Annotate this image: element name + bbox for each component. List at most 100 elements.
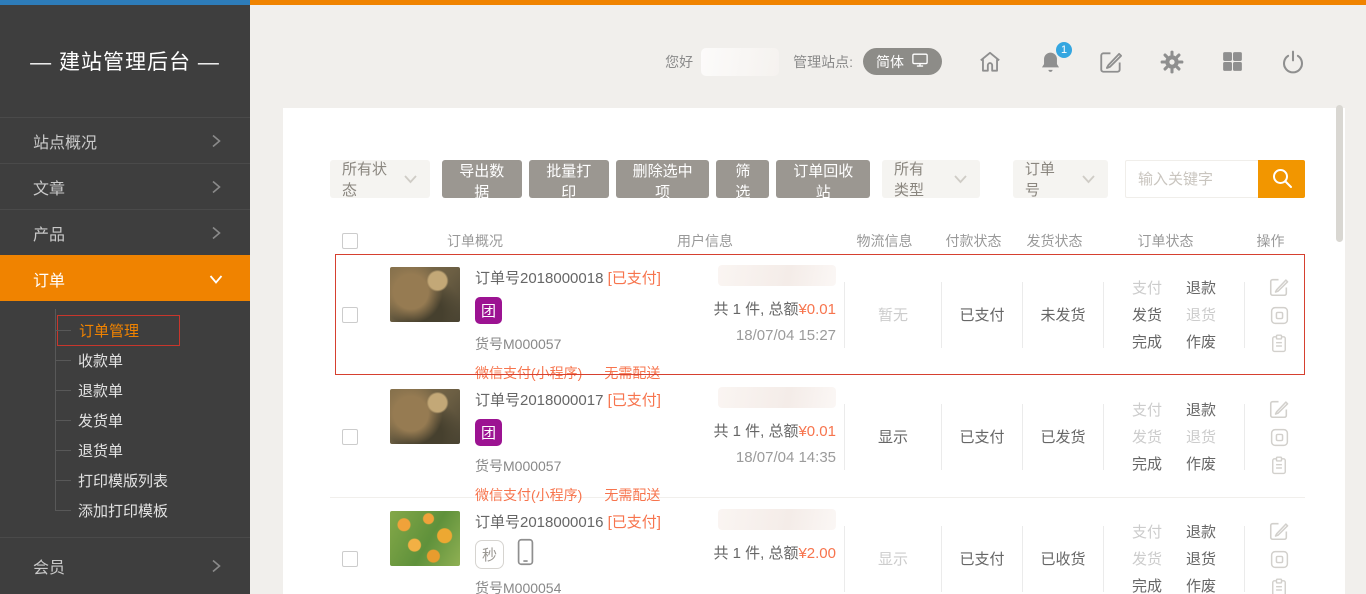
delete-selected-button[interactable]: 删除选中项: [616, 160, 710, 198]
column-divider: [941, 282, 942, 348]
order-status-link[interactable]: 退款: [1186, 521, 1216, 542]
vertical-scrollbar[interactable]: [1336, 105, 1343, 242]
type-filter-dropdown[interactable]: 所有类型: [882, 160, 980, 198]
sidebar-item-orders[interactable]: 订单: [0, 255, 250, 301]
order-status-link: 支付: [1132, 277, 1162, 298]
order-status-link[interactable]: 完成: [1132, 453, 1162, 474]
order-info-cell: 订单号2018000016 [已支付] 秒 货号M000054: [475, 511, 690, 594]
submenu-item-order-management[interactable]: 订单管理: [0, 315, 250, 345]
chevron-down-icon: [403, 174, 418, 184]
order-status-link[interactable]: 完成: [1132, 575, 1162, 594]
order-badges: 秒: [475, 541, 690, 568]
bell-icon[interactable]: 1: [1038, 49, 1063, 75]
order-status-link: 发货: [1132, 548, 1162, 569]
row-checkbox[interactable]: [342, 429, 358, 445]
sidebar: — 建站管理后台 — 站点概况 文章 产品 订单 订单管理 收款单 退款单: [0, 5, 250, 594]
export-data-button[interactable]: 导出数据: [442, 160, 522, 198]
order-status-link[interactable]: 发货: [1132, 304, 1162, 325]
order-amount: ¥0.01: [798, 423, 836, 440]
select-all-checkbox[interactable]: [342, 233, 358, 249]
order-status-link[interactable]: 退货: [1186, 548, 1216, 569]
gear-icon[interactable]: [1159, 49, 1185, 75]
row-checkbox[interactable]: [342, 551, 358, 567]
shipping-status: 已发货: [1031, 426, 1095, 447]
item-summary: 共 1 件, 总额: [713, 545, 798, 562]
monitor-icon: [911, 52, 929, 71]
order-type-badge: 秒: [475, 540, 504, 569]
content-card: 所有状态 导出数据 批量打印 删除选中项 筛选 订单回收站 所有类型 订单号: [283, 108, 1345, 594]
search-group: [1125, 160, 1305, 198]
sidebar-item-products[interactable]: 产品: [0, 209, 250, 255]
column-header-shipping: 发货状态: [1014, 231, 1095, 251]
search-input[interactable]: [1125, 160, 1258, 198]
print-icon[interactable]: [1269, 549, 1290, 570]
filter-button[interactable]: 筛选: [716, 160, 769, 198]
column-header-logistics: 物流信息: [836, 231, 933, 251]
language-pill[interactable]: 简体: [863, 48, 942, 75]
power-icon[interactable]: [1280, 49, 1306, 75]
clipboard-icon[interactable]: [1269, 333, 1289, 354]
logistics-link[interactable]: 显示: [853, 548, 933, 569]
edit-icon[interactable]: [1268, 276, 1290, 298]
edit-icon[interactable]: [1268, 520, 1290, 542]
submenu-item-refund-orders[interactable]: 退款单: [0, 375, 250, 405]
order-status-link[interactable]: 作废: [1186, 575, 1216, 594]
order-status-links: 支付退款发货退货完成作废: [1112, 277, 1236, 352]
submenu-item-label: 添加打印模板: [78, 500, 168, 521]
column-divider: [1103, 526, 1104, 592]
submenu-item-shipping-orders[interactable]: 发货单: [0, 405, 250, 435]
column-divider: [844, 282, 845, 348]
order-status-link: 支付: [1132, 399, 1162, 420]
search-icon: [1270, 166, 1294, 193]
order-status-link[interactable]: 作废: [1186, 453, 1216, 474]
logistics-link[interactable]: 显示: [853, 426, 933, 447]
logistics-link[interactable]: 暂无: [853, 304, 933, 325]
submenu-item-return-orders[interactable]: 退货单: [0, 435, 250, 465]
print-icon[interactable]: [1269, 427, 1290, 448]
edit-icon[interactable]: [1098, 49, 1124, 75]
home-icon[interactable]: [977, 49, 1003, 75]
submenu-item-receipts[interactable]: 收款单: [0, 345, 250, 375]
column-divider: [1103, 282, 1104, 348]
type-filter-value: 所有类型: [894, 158, 939, 200]
payment-status: 已支付: [950, 548, 1014, 569]
sidebar-item-members[interactable]: 会员: [0, 537, 250, 593]
order-status-link[interactable]: 退款: [1186, 399, 1216, 420]
keyword-field-dropdown[interactable]: 订单号: [1013, 160, 1108, 198]
order-datetime: 18/07/04 14:35: [690, 449, 836, 466]
column-divider: [844, 526, 845, 592]
order-recycle-bin-button[interactable]: 订单回收站: [776, 160, 870, 198]
clipboard-icon[interactable]: [1269, 577, 1289, 594]
submenu-item-label: 退货单: [78, 440, 123, 461]
edit-icon[interactable]: [1268, 398, 1290, 420]
order-status-link[interactable]: 退款: [1186, 277, 1216, 298]
sidebar-item-label: 会员: [33, 554, 65, 578]
submenu-item-print-template-list[interactable]: 打印模版列表: [0, 465, 250, 495]
row-checkbox[interactable]: [342, 307, 358, 323]
order-status-link[interactable]: 完成: [1132, 331, 1162, 352]
order-status-link: 发货: [1132, 426, 1162, 447]
redacted-customer-name: [718, 265, 836, 286]
batch-print-button[interactable]: 批量打印: [529, 160, 609, 198]
chevron-down-icon: [953, 174, 968, 184]
order-badges: 团: [475, 419, 690, 446]
sidebar-item-site-overview[interactable]: 站点概况: [0, 117, 250, 163]
chevron-right-icon: [208, 225, 224, 241]
search-button[interactable]: [1258, 160, 1305, 198]
grid-icon[interactable]: [1220, 49, 1245, 74]
product-thumbnail: [390, 511, 460, 566]
status-filter-dropdown[interactable]: 所有状态: [330, 160, 430, 198]
paid-tag: [已支付]: [608, 514, 661, 531]
order-number: 订单号2018000016: [475, 514, 608, 531]
submenu-item-label: 退款单: [78, 380, 123, 401]
submenu-item-label: 发货单: [78, 410, 123, 431]
submenu-item-add-print-template[interactable]: 添加打印模板: [0, 495, 250, 525]
sidebar-item-label: 站点概况: [33, 129, 97, 153]
table-row: 订单号2018000016 [已支付] 秒 货号M000054 共 1 件, 总…: [330, 498, 1305, 594]
column-header-actions: 操作: [1236, 231, 1305, 251]
order-status-link: 支付: [1132, 521, 1162, 542]
clipboard-icon[interactable]: [1269, 455, 1289, 476]
sidebar-item-articles[interactable]: 文章: [0, 163, 250, 209]
print-icon[interactable]: [1269, 305, 1290, 326]
order-status-link[interactable]: 作废: [1186, 331, 1216, 352]
